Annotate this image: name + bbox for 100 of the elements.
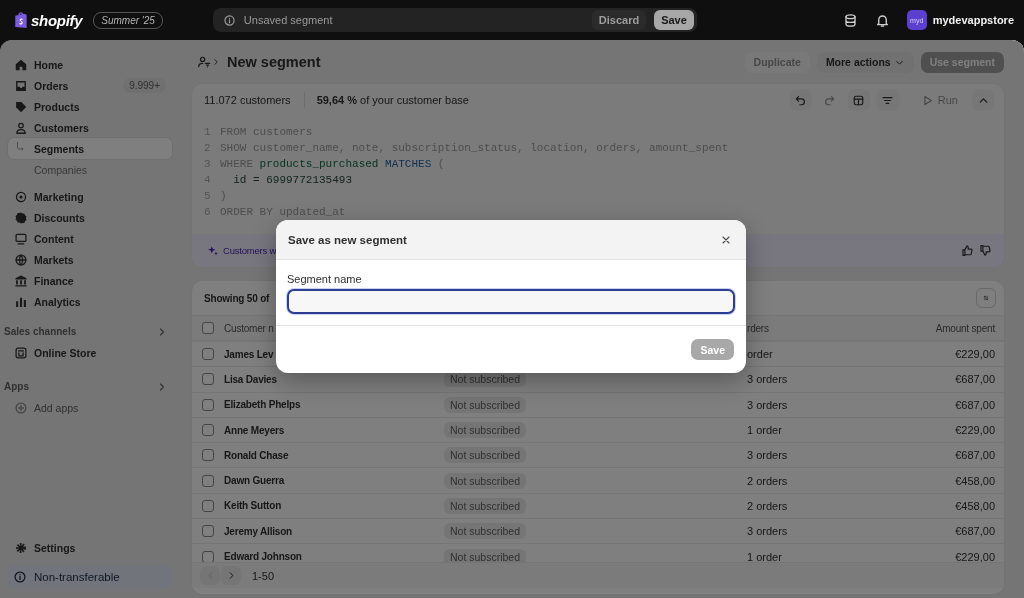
- filter-button[interactable]: [876, 89, 899, 111]
- checkbox[interactable]: [202, 322, 214, 334]
- notice-text: Non-transferable: [34, 570, 120, 583]
- layout-icon: [852, 93, 866, 107]
- checkbox[interactable]: [202, 550, 214, 562]
- monitor-icon: [14, 231, 28, 246]
- edition-badge: Summer '25: [93, 11, 163, 29]
- undo-button[interactable]: [789, 89, 812, 111]
- sidebar-item[interactable]: Home: [8, 54, 172, 75]
- redo-icon: [823, 93, 837, 107]
- section-heading: Sales channels: [4, 326, 77, 337]
- page-title: New segment: [227, 54, 321, 70]
- table-cell-text: 3 orders: [747, 449, 789, 462]
- sidebar-item[interactable]: Finance: [8, 270, 172, 291]
- collapse-button[interactable]: [972, 89, 994, 111]
- sidebar-item[interactable]: Customers: [8, 117, 172, 138]
- layout-button[interactable]: [847, 89, 870, 111]
- status-badge: Not subscribed: [444, 472, 527, 489]
- checkbox[interactable]: [202, 474, 214, 487]
- person-icon: [14, 120, 28, 135]
- status-badge: Not subscribed: [444, 497, 527, 514]
- home-icon: [14, 57, 28, 72]
- sidebar-subitem[interactable]: Segments: [8, 138, 172, 159]
- database-icon[interactable]: [843, 12, 859, 28]
- table-cell: €687,00: [955, 373, 995, 386]
- sidebar-item[interactable]: Online Store: [8, 342, 172, 363]
- sort-button[interactable]: [976, 288, 996, 308]
- table-cell-text: 2 orders: [747, 474, 789, 487]
- table-cell-text: 2 orders: [747, 499, 789, 512]
- table-cell-text: 1 order: [747, 424, 783, 437]
- page-range: 1-50: [252, 569, 275, 582]
- table-cell: €458,00: [955, 499, 995, 512]
- checkbox[interactable]: [202, 398, 214, 411]
- checkbox[interactable]: [202, 348, 214, 361]
- shopping-bag-icon: [12, 11, 28, 29]
- discard-button[interactable]: Discard: [591, 10, 647, 30]
- next-page-button[interactable]: [221, 566, 241, 585]
- sidebar-subitem[interactable]: Companies: [8, 159, 172, 180]
- customer-name[interactable]: Edward Johnson: [224, 551, 444, 562]
- checkbox[interactable]: [202, 424, 214, 437]
- status-badge: Not subscribed: [444, 396, 527, 413]
- status-badge: Not subscribed: [444, 548, 527, 562]
- table-cell: €229,00: [955, 424, 995, 437]
- plus-circle-icon: [14, 400, 28, 415]
- status-badge: Not subscribed: [444, 447, 527, 464]
- table-cell: €687,00: [955, 449, 995, 462]
- shopify-wordmark: shopify: [31, 11, 83, 29]
- results-summary: Showing 50 of: [204, 292, 270, 304]
- table-cell: €687,00: [955, 525, 995, 538]
- store-name[interactable]: mydevappstore: [932, 14, 1014, 26]
- badge-icon: [14, 210, 28, 225]
- bell-icon[interactable]: [875, 12, 891, 28]
- sidebar-item[interactable]: Markets: [8, 249, 172, 270]
- sidebar-item[interactable]: Add apps: [8, 397, 172, 418]
- sidebar-item[interactable]: Discounts: [8, 207, 172, 228]
- checkbox[interactable]: [202, 373, 214, 386]
- sidebar-item[interactable]: Settings: [8, 537, 172, 558]
- table-cell: €458,00: [955, 474, 995, 487]
- customer-name[interactable]: Anne Meyers: [224, 424, 444, 436]
- suggestion-text[interactable]: Customers w: [223, 245, 277, 256]
- table-cell-text: 3 orders: [747, 373, 789, 386]
- sidebar-item[interactable]: Products: [8, 96, 172, 117]
- customer-name[interactable]: Ronald Chase: [224, 449, 444, 461]
- customer-name[interactable]: Keith Sutton: [224, 500, 444, 512]
- segment-name-field[interactable]: [287, 289, 735, 314]
- dialog-title: Save as new segment: [288, 233, 407, 246]
- person-filter-icon[interactable]: [197, 55, 211, 69]
- sidebar-item[interactable]: Content: [8, 228, 172, 249]
- customer-name[interactable]: Dawn Guerra: [224, 475, 444, 487]
- menu-button[interactable]: More actions: [816, 51, 914, 73]
- status-badge: Not subscribed: [444, 523, 527, 540]
- customer-name[interactable]: Elizabeth Phelps: [224, 399, 444, 411]
- customer-share: 59,64 % of your customer base: [316, 94, 469, 106]
- customer-name[interactable]: Jeremy Allison: [224, 525, 444, 537]
- sidebar-item[interactable]: Marketing: [8, 186, 172, 207]
- sidebar-item[interactable]: Orders 9.999+: [8, 75, 172, 96]
- thumbs-down-icon[interactable]: [979, 244, 992, 257]
- status-badge: Not subscribed: [444, 422, 527, 439]
- table-cell-text: order: [747, 348, 774, 361]
- undo-icon: [794, 93, 808, 107]
- table-cell: €687,00: [955, 398, 995, 411]
- checkbox[interactable]: [202, 449, 214, 462]
- save-button[interactable]: Save: [654, 10, 694, 30]
- checkbox[interactable]: [202, 499, 214, 512]
- thumbs-up-icon[interactable]: [961, 244, 974, 257]
- globe-icon: [14, 252, 28, 267]
- count-badge: 9.999+: [123, 78, 166, 93]
- table-cell-text: 3 orders: [747, 525, 789, 538]
- table-cell-text: 1 order: [747, 550, 783, 562]
- inbox-icon: [14, 78, 28, 93]
- column-header[interactable]: Amount spent: [935, 322, 995, 334]
- sparkle-icon: [207, 244, 219, 257]
- customer-name[interactable]: Lisa Davies: [224, 373, 444, 385]
- table-cell-text: 3 orders: [747, 398, 789, 411]
- sidebar-item[interactable]: Analytics: [8, 291, 172, 312]
- settings-icon: [14, 540, 28, 555]
- checkbox[interactable]: [202, 525, 214, 538]
- column-header[interactable]: rders: [747, 322, 871, 334]
- bank-icon: [14, 273, 28, 288]
- section-heading: Apps: [4, 381, 29, 392]
